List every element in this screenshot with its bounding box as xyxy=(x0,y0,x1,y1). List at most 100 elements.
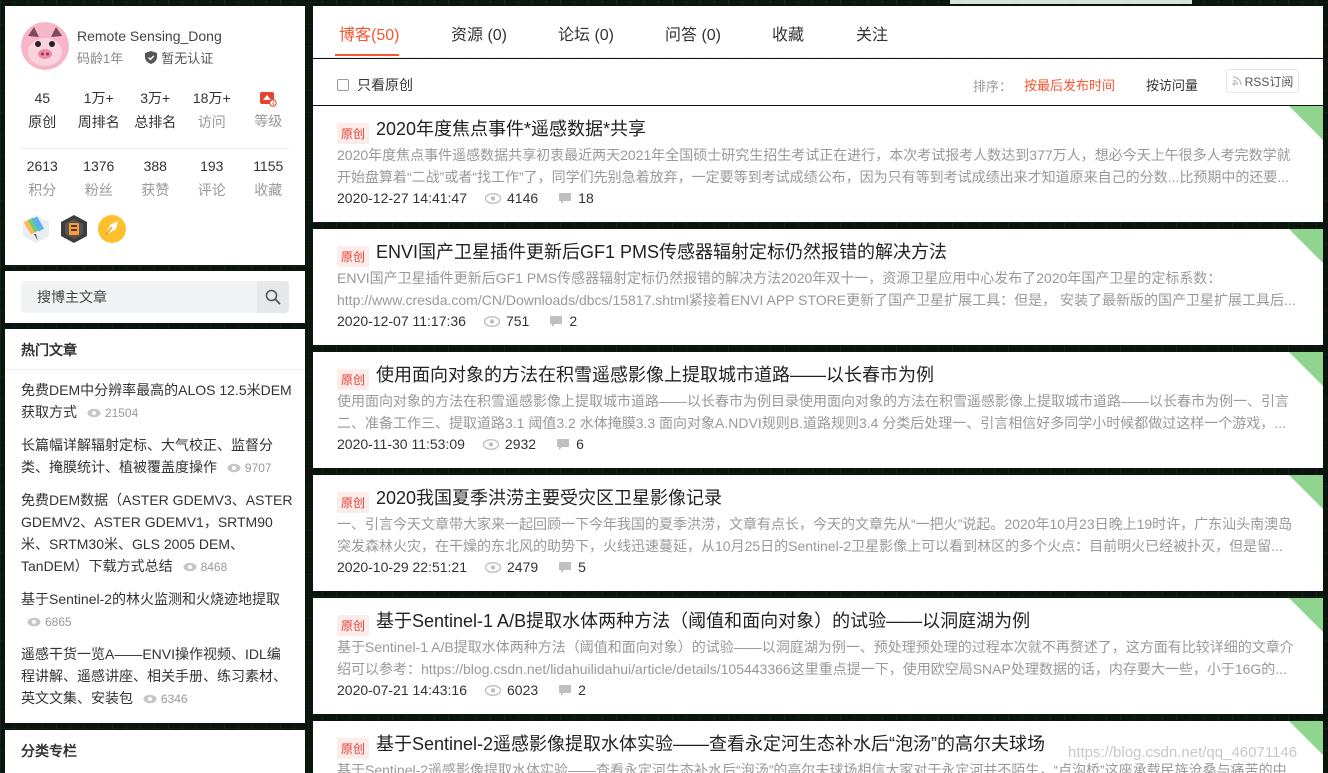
views-count: 751 xyxy=(505,313,530,329)
stat-label: 获赞 xyxy=(141,182,170,198)
pencil-badge-icon[interactable] xyxy=(21,214,51,244)
stat-points: 2613 积分 xyxy=(14,156,71,200)
article-date: 2020-12-07 11:17:36 xyxy=(337,313,466,329)
rss-icon xyxy=(1232,76,1242,86)
article-summary[interactable]: 基于Sentinel-1 A/B提取水体两种方法（阈值和面向对象）的试验——以洞… xyxy=(337,636,1299,680)
profile-meta: 码龄1年 暂无认证 xyxy=(77,48,213,67)
stat-weekly-rank[interactable]: 1万+ 周排名 xyxy=(71,88,128,132)
article-title[interactable]: 2020年度焦点事件*遥感数据*共享 xyxy=(376,115,646,141)
sort-by-views[interactable]: 按访问量 xyxy=(1146,75,1198,94)
hot-article-title[interactable]: 基于Sentinel-2的林火监测和火烧迹地提取 xyxy=(21,591,280,607)
top-article-corner-icon xyxy=(1289,598,1323,632)
stat-original[interactable]: 45 原创 xyxy=(14,88,71,132)
views-count: 2932 xyxy=(504,436,537,452)
svg-text:4: 4 xyxy=(272,101,275,107)
tab-resources[interactable]: 资源 (0) xyxy=(451,21,507,45)
views-count: 9707 xyxy=(244,461,272,475)
article-comments[interactable]: 2 xyxy=(549,313,577,329)
stat-comments: 193 评论 xyxy=(184,156,241,200)
hot-article-item[interactable]: 免费DEM中分辨率最高的ALOS 12.5米DEM获取方式 21504 xyxy=(21,379,293,424)
hot-article-item[interactable]: 遥感干货一览A——ENVI操作视频、IDL编程讲解、遥感讲座、相关手册、练习素材… xyxy=(21,643,293,710)
tab-qa[interactable]: 问答 (0) xyxy=(665,21,721,45)
stats-divider xyxy=(21,148,289,149)
badges xyxy=(21,214,127,244)
article-item[interactable]: 原创 2020我国夏季洪涝主要受灾区卫星影像记录 一、引言今天文章带大家来一起回… xyxy=(313,475,1323,591)
stats-row-2: 2613 积分 1376 粉丝 388 获赞 193 评论 1155 收藏 xyxy=(14,156,314,200)
article-item[interactable]: 原创 2020年度焦点事件*遥感数据*共享 2020年度焦点事件遥感数据共享初衷… xyxy=(313,106,1323,222)
article-comments[interactable]: 2 xyxy=(558,682,586,698)
hot-article-item[interactable]: 基于Sentinel-2的林火监测和火烧迹地提取 6865 xyxy=(21,588,293,633)
hot-article-item[interactable]: 免费DEM数据（ASTER GDEMV3、ASTER GDEMV2、ASTER … xyxy=(21,489,293,578)
sort-by-latest[interactable]: 按最后发布时间 xyxy=(1024,75,1115,94)
stat-visits: 18万+ 访问 xyxy=(184,88,241,132)
stat-level[interactable]: 4 等级 xyxy=(240,88,297,132)
hot-article-item[interactable]: 长篇幅详解辐射定标、大气校正、监督分类、掩膜统计、植被覆盖度操作 9707 xyxy=(21,434,293,479)
article-views: 751 xyxy=(483,313,530,329)
search-input[interactable] xyxy=(21,281,251,313)
level-icon: 4 xyxy=(260,92,277,107)
article-summary[interactable]: 一、引言今天文章带大家来一起回顾一下今年我国的夏季洪涝，文章有点长，今天的文章先… xyxy=(337,513,1299,557)
comment-icon xyxy=(557,438,570,450)
hexagon-badge-icon[interactable] xyxy=(59,214,89,244)
original-tag: 原创 xyxy=(337,738,370,759)
original-only-filter[interactable]: 只看原创 xyxy=(337,75,413,95)
article-date: 2020-11-30 11:53:09 xyxy=(337,436,465,452)
eye-icon xyxy=(485,684,501,696)
eye-icon xyxy=(87,408,101,418)
views-count: 8468 xyxy=(200,560,228,574)
search-icon xyxy=(265,289,281,305)
article-comments[interactable]: 6 xyxy=(556,436,584,452)
article-title[interactable]: 基于Sentinel-1 A/B提取水体两种方法（阈值和面向对象）的试验——以洞… xyxy=(376,607,1030,633)
tab-forum[interactable]: 论坛 (0) xyxy=(558,21,614,45)
article-date: 2020-07-21 14:43:16 xyxy=(337,682,467,698)
article-comments[interactable]: 18 xyxy=(558,190,594,206)
article-title[interactable]: 基于Sentinel-2遥感影像提取水体实验——查看永定河生态补水后“泡汤”的高… xyxy=(376,730,1045,756)
article-summary[interactable]: 使用面向对象的方法在积雪遥感影像上提取城市道路——以长春市为例目录使用面向对象的… xyxy=(337,390,1299,434)
views-count: 21504 xyxy=(104,406,139,420)
article-summary[interactable]: ENVI国产卫星插件更新后GF1 PMS传感器辐射定标仍然报错的解决方法2020… xyxy=(337,267,1299,311)
stat-fans[interactable]: 1376 粉丝 xyxy=(71,156,128,200)
article-views: 2932 xyxy=(482,436,537,452)
verify-status[interactable]: 暂无认证 xyxy=(145,48,213,67)
original-tag: 原创 xyxy=(337,492,370,513)
avatar[interactable] xyxy=(21,22,69,70)
original-only-checkbox[interactable] xyxy=(337,79,349,91)
article-title[interactable]: 使用面向对象的方法在积雪遥感影像上提取城市道路——以长春市为例 xyxy=(376,361,934,387)
article-item[interactable]: 原创 ENVI国产卫星插件更新后GF1 PMS传感器辐射定标仍然报错的解决方法 … xyxy=(313,229,1323,345)
stat-likes: 388 获赞 xyxy=(127,156,184,200)
original-tag: 原创 xyxy=(337,615,370,636)
article-views: 4146 xyxy=(485,190,538,206)
article-title[interactable]: 2020我国夏季洪涝主要受灾区卫星影像记录 xyxy=(376,484,722,510)
top-strip xyxy=(950,0,1192,4)
watermark: https://blog.csdn.net/qq_46071146 xyxy=(1068,744,1298,761)
article-comments[interactable]: 5 xyxy=(558,559,586,575)
hot-article-title[interactable]: 免费DEM数据（ASTER GDEMV3、ASTER GDEMV2、ASTER … xyxy=(21,492,292,574)
stat-label: 粉丝 xyxy=(84,182,113,198)
comment-icon xyxy=(550,315,563,327)
hot-article-title[interactable]: 免费DEM中分辨率最高的ALOS 12.5米DEM获取方式 xyxy=(21,382,292,420)
views-count: 2479 xyxy=(507,559,539,575)
article-item[interactable]: 原创 基于Sentinel-1 A/B提取水体两种方法（阈值和面向对象）的试验—… xyxy=(313,598,1323,714)
search-button[interactable] xyxy=(257,281,289,313)
tab-favorites[interactable]: 收藏 xyxy=(772,21,804,45)
tab-blog[interactable]: 博客(50) xyxy=(339,21,399,45)
stats-row-1: 45 原创 1万+ 周排名 3万+ 总排名 18万+ 访问 4 等级 xyxy=(14,88,314,132)
main-content: 博客(50) 资源 (0) 论坛 (0) 问答 (0) 收藏 关注 只看原创 排… xyxy=(313,6,1323,773)
rss-label: RSS订阅 xyxy=(1244,74,1294,89)
tab-following[interactable]: 关注 xyxy=(856,21,888,45)
article-summary[interactable]: 基于Sentinel-2遥感影像提取水体实验——查看永定河生态补水后“泡汤”的高… xyxy=(337,759,1299,773)
stat-favorites: 1155 收藏 xyxy=(240,156,297,200)
filter-bar: 只看原创 排序： 按最后发布时间 按访问量 RSS订阅 xyxy=(313,59,1323,105)
rss-subscribe-button[interactable]: RSS订阅 xyxy=(1226,69,1299,93)
article-item[interactable]: 原创 使用面向对象的方法在积雪遥感影像上提取城市道路——以长春市为例 使用面向对… xyxy=(313,352,1323,468)
article-title[interactable]: ENVI国产卫星插件更新后GF1 PMS传感器辐射定标仍然报错的解决方法 xyxy=(376,238,947,264)
stat-total-rank[interactable]: 3万+ 总排名 xyxy=(127,88,184,132)
pen-nib-badge-icon[interactable] xyxy=(97,214,127,244)
stat-value: 193 xyxy=(200,158,224,174)
original-tag: 原创 xyxy=(337,123,370,144)
article-summary[interactable]: 2020年度焦点事件遥感数据共享初衷最近两天2021年全国硕士研究生招生考试正在… xyxy=(337,144,1299,188)
top-article-corner-icon xyxy=(1289,106,1323,140)
profile-username[interactable]: Remote Sensing_Dong xyxy=(77,28,222,44)
stat-value: 18万+ xyxy=(192,90,231,106)
eye-icon xyxy=(482,438,499,450)
